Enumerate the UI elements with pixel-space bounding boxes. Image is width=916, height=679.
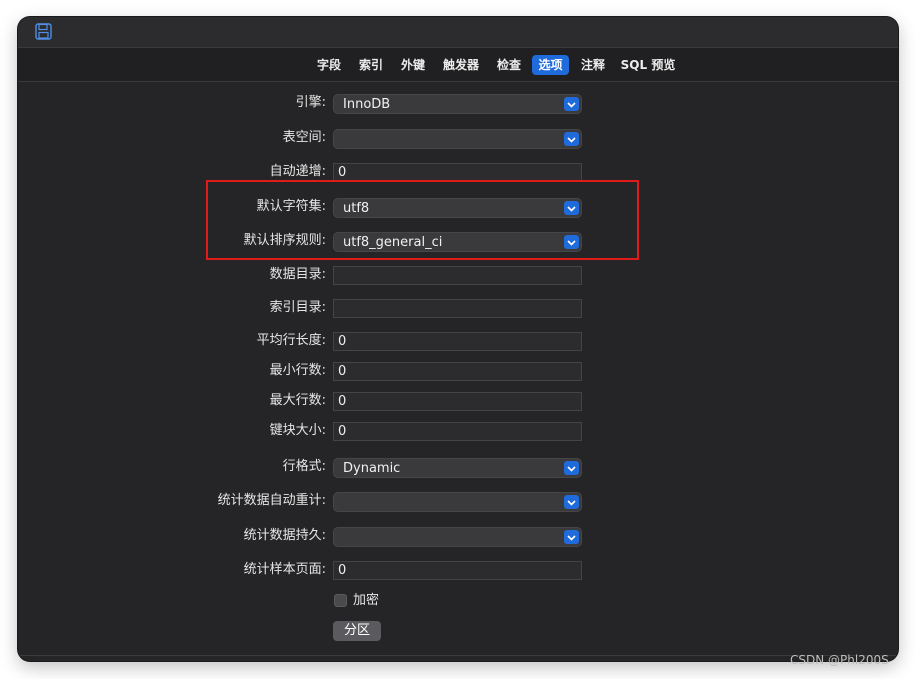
- row-format-value: Dynamic: [343, 461, 401, 476]
- stats-sample-pages-label: 统计样本页面:: [243, 562, 326, 577]
- partition-button[interactable]: 分区: [333, 621, 381, 641]
- tab-checks[interactable]: 检查: [491, 55, 527, 75]
- max-rows-value: 0: [338, 394, 347, 409]
- min-rows-input[interactable]: 0: [333, 362, 582, 381]
- chevron-down-icon: [564, 495, 579, 509]
- stats-auto-recalc-label: 统计数据自动重计:: [217, 493, 326, 508]
- tab-triggers[interactable]: 触发器: [437, 55, 485, 75]
- stats-sample-pages-input[interactable]: 0: [333, 561, 582, 580]
- chevron-down-icon: [564, 132, 579, 146]
- index-directory-input[interactable]: [333, 299, 582, 318]
- tablespace-label: 表空间:: [282, 130, 326, 145]
- default-charset-select[interactable]: utf8: [333, 198, 582, 218]
- max-rows-input[interactable]: 0: [333, 392, 582, 411]
- stats-persistent-label: 统计数据持久:: [243, 528, 326, 543]
- auto-increment-label: 自动递增:: [269, 164, 326, 179]
- avg-row-length-label: 平均行长度:: [256, 333, 326, 348]
- index-directory-label: 索引目录:: [269, 300, 326, 315]
- avg-row-length-input[interactable]: 0: [333, 332, 582, 351]
- tablespace-select[interactable]: [333, 129, 582, 149]
- tab-bar: 字段 索引 外键 触发器 检查 选项 注释 SQL 预览: [18, 47, 898, 82]
- watermark: CSDN @Phl200S: [790, 653, 889, 667]
- chevron-down-icon: [564, 235, 579, 249]
- encrypt-label[interactable]: 加密: [353, 592, 379, 609]
- row-format-select[interactable]: Dynamic: [333, 458, 582, 478]
- key-block-size-input[interactable]: 0: [333, 422, 582, 441]
- auto-increment-value: 0: [338, 165, 347, 180]
- engine-label: 引擎:: [295, 95, 326, 110]
- stats-auto-recalc-select[interactable]: [333, 492, 582, 512]
- tab-sql-preview[interactable]: SQL 预览: [617, 55, 679, 75]
- row-format-label: 行格式:: [282, 459, 326, 474]
- min-rows-label: 最小行数:: [269, 363, 326, 378]
- max-rows-label: 最大行数:: [269, 393, 326, 408]
- default-collation-select[interactable]: utf8_general_ci: [333, 232, 582, 252]
- chevron-down-icon: [564, 97, 579, 111]
- default-collation-label: 默认排序规则:: [243, 233, 326, 248]
- chevron-down-icon: [564, 201, 579, 215]
- table-designer-window: 字段 索引 外键 触发器 检查 选项 注释 SQL 预览 引擎: InnoDB …: [18, 17, 898, 661]
- default-charset-label: 默认字符集:: [256, 199, 326, 214]
- default-collation-value: utf8_general_ci: [343, 235, 443, 250]
- stats-persistent-select[interactable]: [333, 527, 582, 547]
- engine-value: InnoDB: [343, 97, 391, 112]
- tab-fields[interactable]: 字段: [311, 55, 347, 75]
- tab-indexes[interactable]: 索引: [353, 55, 389, 75]
- chevron-down-icon: [564, 530, 579, 544]
- avg-row-length-value: 0: [338, 334, 347, 349]
- tab-options[interactable]: 选项: [532, 55, 569, 75]
- min-rows-value: 0: [338, 364, 347, 379]
- chevron-down-icon: [564, 461, 579, 475]
- data-directory-label: 数据目录:: [269, 267, 326, 282]
- divider: [18, 655, 898, 656]
- key-block-size-value: 0: [338, 424, 347, 439]
- stats-sample-pages-value: 0: [338, 563, 347, 578]
- key-block-size-label: 键块大小:: [269, 423, 326, 438]
- title-bar: [18, 17, 898, 47]
- engine-select[interactable]: InnoDB: [333, 94, 582, 114]
- tab-comments[interactable]: 注释: [575, 55, 611, 75]
- data-directory-input[interactable]: [333, 266, 582, 285]
- save-icon[interactable]: [35, 23, 52, 40]
- encrypt-checkbox[interactable]: [334, 594, 347, 607]
- auto-increment-input[interactable]: 0: [333, 163, 582, 182]
- tab-foreign-keys[interactable]: 外键: [395, 55, 431, 75]
- default-charset-value: utf8: [343, 201, 370, 216]
